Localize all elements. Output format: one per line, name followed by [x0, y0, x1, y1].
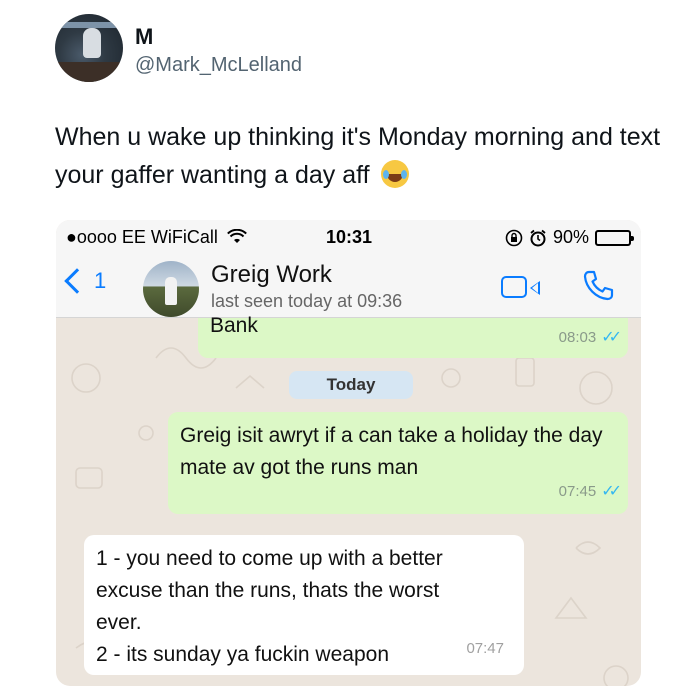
message-line: 1 - you need to come up with a better: [96, 547, 443, 570]
message-time: 07:45: [558, 483, 597, 500]
contact-name[interactable]: Greig Work: [211, 261, 332, 289]
video-call-lens[interactable]: [530, 281, 540, 295]
message-line: excuse than the runs, thats the worst: [96, 579, 440, 602]
voice-call-icon[interactable]: [580, 268, 616, 304]
read-receipt-icon: ✓✓: [601, 329, 622, 346]
message-meta: 07:47: [466, 633, 504, 665]
display-name[interactable]: M: [135, 24, 153, 50]
battery-icon: [595, 229, 634, 246]
whatsapp-screenshot: ●oooo EE WiFiCall 10:31 90% 1 Greig Work…: [56, 220, 641, 686]
message-text: Greig isit awryt if a can take a holiday…: [180, 424, 603, 479]
video-call-icon[interactable]: [501, 276, 527, 298]
tweet-body: When u wake up thinking it's Monday morn…: [55, 123, 661, 189]
last-seen-status: last seen today at 09:36: [211, 291, 403, 311]
alarm-icon: [530, 229, 546, 246]
message-bubble-outgoing[interactable]: Greig isit awryt if a can take a holiday…: [168, 412, 628, 514]
user-handle[interactable]: @Mark_McLelland: [135, 54, 302, 77]
chat-header: 1 Greig Work last seen today at 09:36: [56, 254, 641, 318]
message-line: 2 - its sunday ya fuckin weapon: [96, 643, 389, 666]
tweet-text: When u wake up thinking it's Monday morn…: [55, 118, 675, 194]
read-receipt-icon: ✓✓: [601, 483, 622, 500]
laughing-emoji-icon: [380, 160, 409, 188]
battery-percent: 90%: [552, 227, 589, 247]
status-right: 90%: [505, 227, 634, 248]
user-avatar[interactable]: [55, 14, 123, 82]
status-bar: ●oooo EE WiFiCall 10:31 90%: [56, 220, 641, 254]
unread-count: 1: [94, 268, 107, 293]
tweet-header: M @Mark_McLelland: [55, 14, 675, 84]
contact-avatar[interactable]: [143, 261, 199, 317]
wifi-icon: [227, 228, 247, 243]
message-meta: 07:45 ✓✓: [558, 476, 622, 508]
message-meta: 08:03 ✓✓: [558, 322, 622, 354]
message-time: 07:47: [466, 640, 504, 657]
chevron-left-icon: [64, 268, 90, 294]
message-bubble-outgoing[interactable]: Bank 08:03 ✓✓: [198, 314, 628, 358]
message-line: ever.: [96, 611, 142, 634]
orientation-lock-icon: [505, 229, 523, 246]
carrier-label: ●oooo EE WiFiCall: [66, 227, 247, 248]
clock: 10:31: [326, 227, 373, 247]
date-divider: Today: [289, 371, 413, 399]
message-time: 08:03: [558, 329, 597, 346]
message-text: Bank: [210, 314, 258, 337]
back-button[interactable]: 1: [64, 268, 107, 294]
message-bubble-incoming[interactable]: 1 - you need to come up with a better ex…: [84, 535, 524, 675]
